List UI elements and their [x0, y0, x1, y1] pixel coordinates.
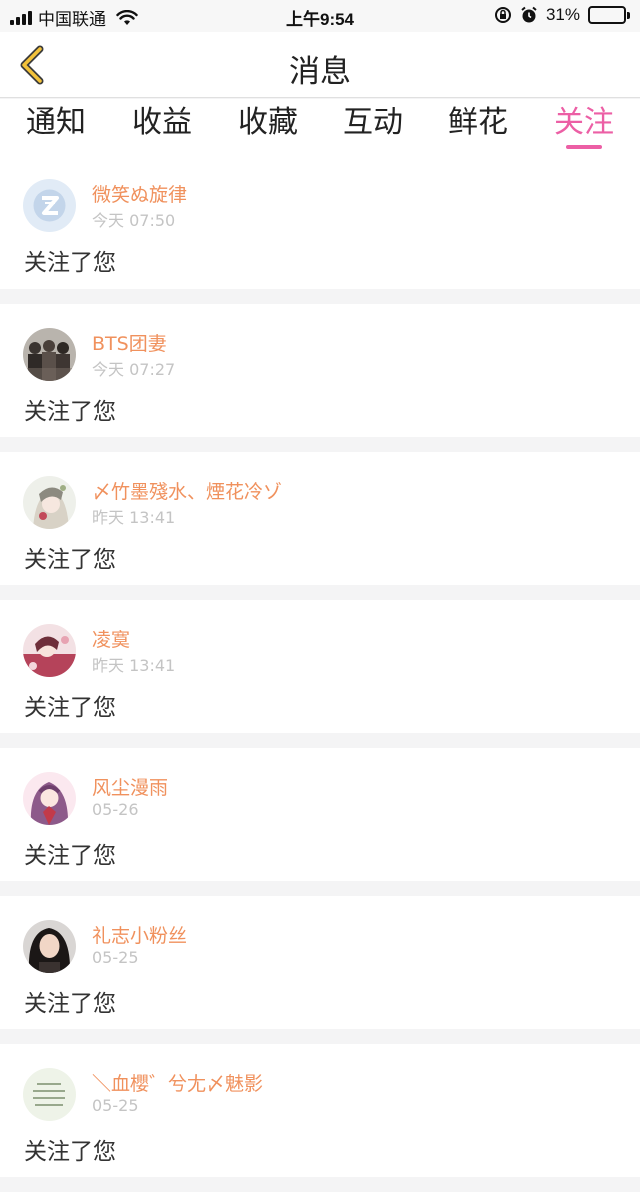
- message-text: 关注了您: [24, 695, 116, 721]
- active-tab-indicator: [566, 145, 602, 149]
- message-text: 关注了您: [24, 1139, 116, 1165]
- group-photo-avatar-icon: [23, 328, 76, 381]
- anime-avatar-icon: [23, 624, 76, 677]
- page-title: 消息: [289, 54, 351, 90]
- default-avatar-icon: [23, 179, 76, 232]
- battery-icon: [588, 6, 630, 24]
- orientation-lock-icon: [494, 7, 511, 23]
- nav-bar: 消息: [0, 32, 640, 98]
- list-item[interactable]: 风尘漫雨 05-26 关注了您: [0, 748, 640, 881]
- avatar[interactable]: [23, 179, 76, 232]
- list-item[interactable]: 微笑ぬ旋律 今天 07:50 关注了您: [0, 155, 640, 289]
- avatar[interactable]: [23, 1068, 76, 1121]
- battery-percent: 31%: [545, 5, 580, 24]
- list-item[interactable]: 〆竹墨殘水、煙花冷ゾ 昨天 13:41 关注了您: [0, 452, 640, 585]
- avatar[interactable]: [23, 476, 76, 529]
- username[interactable]: 礼志小粉丝: [92, 921, 187, 948]
- timestamp: 05-25: [92, 1096, 139, 1115]
- timestamp: 昨天 13:41: [92, 508, 176, 527]
- text-image-avatar-icon: [23, 1068, 76, 1121]
- anime-avatar-icon: [23, 476, 76, 529]
- timestamp: 昨天 13:41: [92, 656, 176, 675]
- avatar[interactable]: [23, 328, 76, 381]
- avatar[interactable]: [23, 920, 76, 973]
- avatar[interactable]: [23, 624, 76, 677]
- chevron-left-icon: [20, 45, 44, 85]
- avatar[interactable]: [23, 772, 76, 825]
- tab-notifications[interactable]: 通知: [24, 103, 88, 143]
- signal-icon: [10, 10, 32, 25]
- message-list: 微笑ぬ旋律 今天 07:50 关注了您 BTS团妻 今天 07:27 关注了您: [0, 155, 640, 1192]
- alarm-icon: [521, 6, 537, 23]
- tab-flowers[interactable]: 鲜花: [446, 103, 510, 143]
- username[interactable]: 〆竹墨殘水、煙花冷ゾ: [92, 477, 282, 504]
- message-text: 关注了您: [24, 991, 116, 1017]
- timestamp: 今天 07:50: [92, 211, 176, 230]
- status-right: 31%: [494, 5, 630, 25]
- list-item[interactable]: 礼志小粉丝 05-25 关注了您: [0, 896, 640, 1029]
- tab-interactions[interactable]: 互动: [341, 103, 405, 143]
- message-text: 关注了您: [24, 547, 116, 573]
- tab-follows[interactable]: 关注: [552, 103, 616, 143]
- wifi-icon: [116, 9, 138, 25]
- portrait-avatar-icon: [23, 920, 76, 973]
- back-button[interactable]: [8, 40, 54, 90]
- list-item[interactable]: 凌寞 昨天 13:41 关注了您: [0, 600, 640, 733]
- carrier-label: 中国联通: [38, 10, 106, 29]
- anime-avatar-icon: [23, 772, 76, 825]
- username[interactable]: BTS团妻: [92, 329, 167, 356]
- list-item[interactable]: ＼血櫻゛兮尢〆魅影 05-25 关注了您: [0, 1044, 640, 1177]
- username[interactable]: ＼血櫻゛兮尢〆魅影: [92, 1069, 263, 1096]
- tab-bar: 通知 收益 收藏 互动 鲜花 关注: [0, 99, 640, 155]
- username[interactable]: 风尘漫雨: [92, 773, 168, 800]
- timestamp: 05-26: [92, 800, 139, 819]
- tab-favorites[interactable]: 收藏: [236, 103, 300, 143]
- timestamp: 今天 07:27: [92, 360, 176, 379]
- message-text: 关注了您: [24, 399, 116, 425]
- message-text: 关注了您: [24, 250, 116, 276]
- tab-earnings[interactable]: 收益: [130, 103, 194, 143]
- timestamp: 05-25: [92, 948, 139, 967]
- username[interactable]: 凌寞: [92, 625, 130, 652]
- status-left: 中国联通: [10, 5, 138, 30]
- username[interactable]: 微笑ぬ旋律: [92, 180, 187, 207]
- status-bar: 中国联通 上午9:54 31%: [0, 0, 640, 32]
- message-text: 关注了您: [24, 843, 116, 869]
- list-item[interactable]: BTS团妻 今天 07:27 关注了您: [0, 304, 640, 437]
